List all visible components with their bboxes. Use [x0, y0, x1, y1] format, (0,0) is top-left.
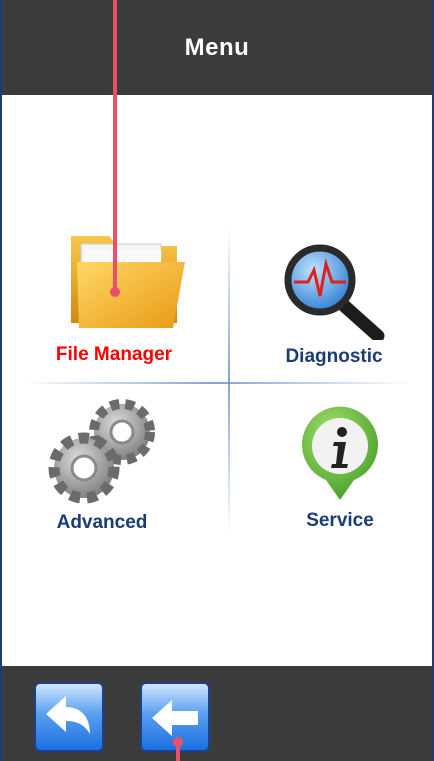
- menu-item-label: Advanced: [56, 512, 148, 533]
- page-title: Menu: [184, 33, 250, 61]
- gears-icon: [48, 399, 155, 504]
- magnifier-heartbeat-icon: [284, 244, 385, 340]
- back-arrow-icon: [46, 696, 90, 734]
- menu-item-service[interactable]: Service: [240, 400, 434, 532]
- annotation-pointer-line: [113, 0, 117, 290]
- annotation-pointer-dot: [110, 287, 120, 297]
- header-bar: Menu: [2, 0, 432, 95]
- info-pin-icon: [302, 406, 378, 500]
- menu-item-label: File Manager: [55, 344, 173, 365]
- annotation-pointer-dot: [173, 737, 183, 747]
- back-button[interactable]: [34, 682, 104, 752]
- device-screen: Menu File Manager Diagnostic Advanced Se…: [0, 0, 434, 761]
- menu-item-label: Diagnostic: [285, 346, 383, 367]
- menu-item-diagnostic[interactable]: Diagnostic: [234, 240, 434, 368]
- vertical-divider: [228, 225, 230, 535]
- horizontal-divider: [22, 382, 412, 384]
- menu-item-label: Service: [306, 510, 374, 531]
- menu-item-advanced[interactable]: Advanced: [2, 398, 202, 534]
